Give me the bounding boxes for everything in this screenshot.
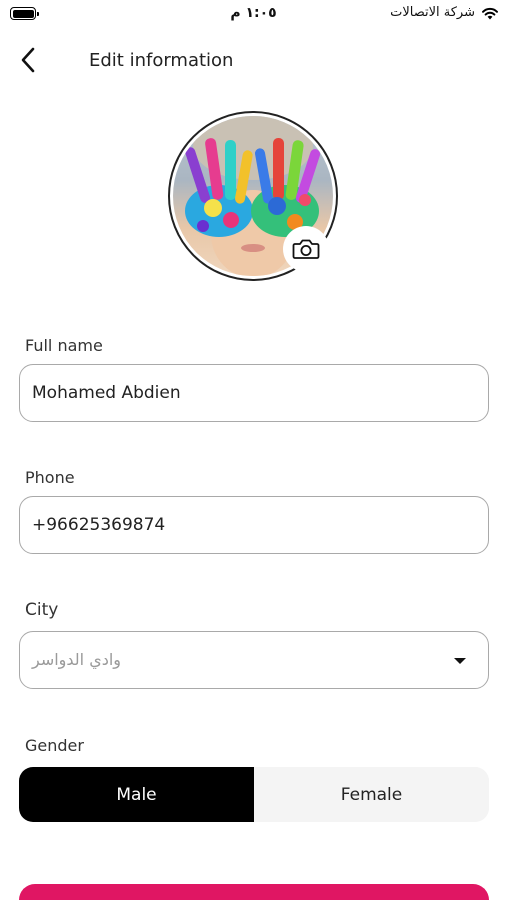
wifi-icon — [482, 7, 498, 19]
status-bar: ١:٠٥ م شركة الاتصالات — [0, 0, 507, 30]
carrier-name: شركة الاتصالات — [390, 5, 475, 20]
back-button[interactable] — [14, 44, 42, 76]
page-title: Edit information — [89, 50, 234, 71]
full-name-label: Full name — [25, 336, 103, 355]
gender-label: Gender — [25, 736, 84, 755]
change-photo-button[interactable] — [283, 226, 329, 272]
back-icon — [21, 47, 35, 73]
gender-option-male[interactable]: Male — [19, 767, 254, 822]
status-carrier: شركة الاتصالات — [390, 5, 499, 20]
phone-input[interactable] — [19, 496, 489, 554]
header: Edit information — [0, 40, 507, 80]
city-label: City — [25, 600, 59, 620]
camera-icon — [292, 239, 320, 259]
edit-information-screen: ١:٠٥ م شركة الاتصالات Edit information F… — [0, 0, 507, 900]
gender-selector: Male Female — [19, 767, 489, 822]
full-name-input[interactable] — [19, 364, 489, 422]
dropdown-caret-icon — [454, 658, 466, 664]
gender-option-female[interactable]: Female — [254, 767, 489, 822]
city-selected-value: وادي الدواسر — [32, 650, 122, 669]
city-select[interactable]: وادي الدواسر — [19, 631, 489, 689]
save-button[interactable] — [19, 884, 489, 900]
phone-label: Phone — [25, 468, 75, 487]
